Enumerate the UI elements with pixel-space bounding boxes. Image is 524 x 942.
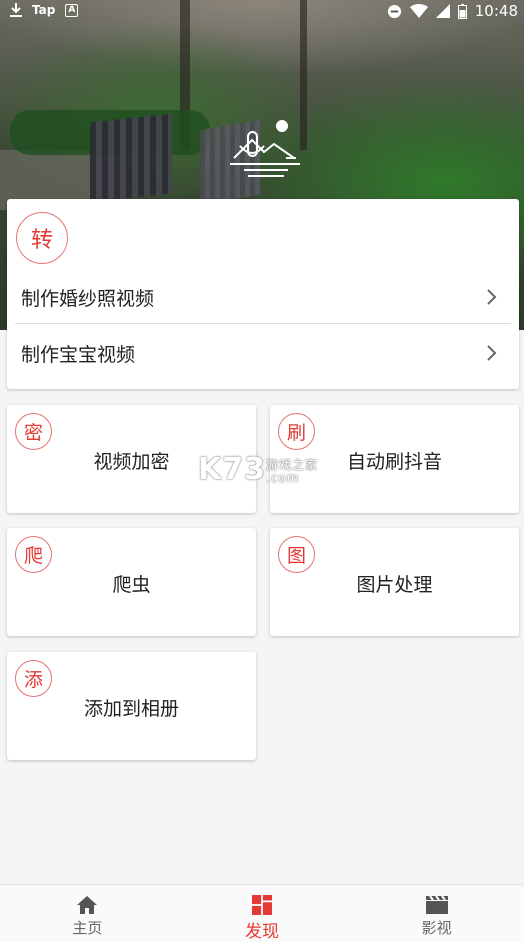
clock: 10:48 xyxy=(474,2,518,20)
tile-label: 图片处理 xyxy=(356,574,433,596)
nav-item-movies[interactable]: 影视 xyxy=(349,885,524,942)
row-label: 制作婚纱照视频 xyxy=(21,287,155,310)
bottom-navigation: 主页 发现 影视 xyxy=(0,884,524,942)
encrypt-badge: 密 xyxy=(15,413,52,450)
status-bar: Tap A 10:48 xyxy=(0,0,524,24)
clapperboard-icon xyxy=(425,895,448,914)
tile-label: 爬虫 xyxy=(112,574,151,596)
a-notification-icon: A xyxy=(65,3,79,17)
crawler-tile[interactable]: 爬 爬虫 xyxy=(7,528,256,636)
bench xyxy=(90,113,172,203)
nav-label: 主页 xyxy=(72,919,103,937)
divider xyxy=(15,323,511,324)
discover-icon xyxy=(252,895,272,915)
wedding-video-row[interactable]: 制作婚纱照视频 xyxy=(7,269,519,325)
app-logo-icon xyxy=(230,120,300,177)
crawl-badge: 爬 xyxy=(15,536,52,573)
k73-watermark: K73 游戏之家 .com xyxy=(198,452,317,487)
chevron-right-icon xyxy=(487,289,497,305)
wifi-icon xyxy=(409,4,428,18)
add-to-album-tile[interactable]: 添 添加到相册 xyxy=(7,652,256,760)
nav-item-home[interactable]: 主页 xyxy=(0,885,175,942)
home-icon xyxy=(77,896,98,914)
battery-icon xyxy=(457,3,467,19)
image-processing-tile[interactable]: 图 图片处理 xyxy=(270,528,519,636)
brush-badge: 刷 xyxy=(278,413,315,450)
signal-icon xyxy=(435,4,450,18)
baby-video-row[interactable]: 制作宝宝视频 xyxy=(7,325,519,381)
watermark-brand: K73 xyxy=(198,452,266,487)
nav-item-discover[interactable]: 发现 xyxy=(175,885,350,942)
tile-label: 添加到相册 xyxy=(83,698,179,720)
nav-label: 影视 xyxy=(421,919,452,937)
tap-indicator: Tap xyxy=(32,3,56,17)
add-badge: 添 xyxy=(15,660,52,697)
row-label: 制作宝宝视频 xyxy=(21,343,136,366)
convert-badge: 转 xyxy=(16,212,68,264)
image-badge: 图 xyxy=(278,536,315,573)
watermark-domain: .com xyxy=(266,471,300,485)
nav-label: 发现 xyxy=(245,922,279,942)
convert-card: 转 制作婚纱照视频 制作宝宝视频 xyxy=(7,199,519,389)
download-icon xyxy=(10,3,22,17)
do-not-disturb-icon xyxy=(387,4,401,18)
chevron-right-icon xyxy=(487,345,497,361)
